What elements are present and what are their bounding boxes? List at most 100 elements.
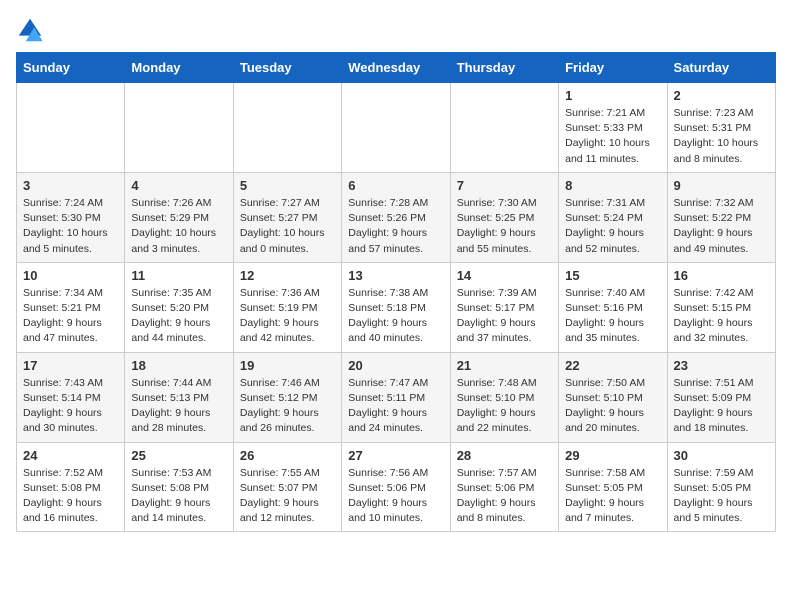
day-number: 11 — [131, 268, 226, 283]
weekday-header-row: SundayMondayTuesdayWednesdayThursdayFrid… — [17, 53, 776, 83]
cell-content: Sunrise: 7:46 AM Sunset: 5:12 PM Dayligh… — [240, 376, 335, 437]
day-number: 1 — [565, 88, 660, 103]
day-number: 10 — [23, 268, 118, 283]
calendar-week-1: 1 Sunrise: 7:21 AM Sunset: 5:33 PM Daylig… — [17, 83, 776, 173]
cell-content: Sunrise: 7:28 AM Sunset: 5:26 PM Dayligh… — [348, 196, 443, 257]
logo-icon — [16, 16, 44, 44]
calendar-cell: 26Sunrise: 7:55 AM Sunset: 5:07 PM Dayli… — [233, 442, 341, 532]
calendar-cell: 28 Sunrise: 7:57 AM Sunset: 5:06 PM Dayli… — [450, 442, 558, 532]
day-number: 20 — [348, 358, 443, 373]
calendar-cell — [17, 83, 125, 173]
calendar-cell — [125, 83, 233, 173]
cell-content: Sunrise: 7:56 AM Sunset: 5:06 PM Dayligh… — [348, 466, 443, 527]
calendar-cell: 9 Sunrise: 7:32 AM Sunset: 5:22 PM Daylig… — [667, 172, 775, 262]
calendar-week-3: 10 Sunrise: 7:34 AM Sunset: 5:21 PM Dayli… — [17, 262, 776, 352]
cell-content: Sunrise: 7:36 AM Sunset: 5:19 PM Dayligh… — [240, 286, 335, 347]
calendar-cell: 5Sunrise: 7:27 AM Sunset: 5:27 PM Daylig… — [233, 172, 341, 262]
day-number: 13 — [348, 268, 443, 283]
cell-content: Sunrise: 7:42 AM Sunset: 5:15 PM Dayligh… — [674, 286, 769, 347]
cell-content: Sunrise: 7:40 AM Sunset: 5:16 PM Dayligh… — [565, 286, 660, 347]
cell-content: Sunrise: 7:59 AM Sunset: 5:05 PM Dayligh… — [674, 466, 769, 527]
calendar-cell: 23 Sunrise: 7:51 AM Sunset: 5:09 PM Dayli… — [667, 352, 775, 442]
calendar-cell: 11 Sunrise: 7:35 AM Sunset: 5:20 PM Dayli… — [125, 262, 233, 352]
weekday-header-friday: Friday — [559, 53, 667, 83]
calendar-cell: 19 Sunrise: 7:46 AM Sunset: 5:12 PM Dayli… — [233, 352, 341, 442]
cell-content: Sunrise: 7:47 AM Sunset: 5:11 PM Dayligh… — [348, 376, 443, 437]
cell-content: Sunrise: 7:53 AM Sunset: 5:08 PM Dayligh… — [131, 466, 226, 527]
cell-content: Sunrise: 7:39 AM Sunset: 5:17 PM Dayligh… — [457, 286, 552, 347]
day-number: 25 — [131, 448, 226, 463]
calendar-week-5: 24 Sunrise: 7:52 AM Sunset: 5:08 PM Dayli… — [17, 442, 776, 532]
cell-content: Sunrise: 7:51 AM Sunset: 5:09 PM Dayligh… — [674, 376, 769, 437]
cell-content: Sunrise: 7:27 AM Sunset: 5:27 PM Dayligh… — [240, 196, 335, 257]
day-number: 16 — [674, 268, 769, 283]
calendar-cell: 20 Sunrise: 7:47 AM Sunset: 5:11 PM Dayli… — [342, 352, 450, 442]
calendar-cell: 15 Sunrise: 7:40 AM Sunset: 5:16 PM Dayli… — [559, 262, 667, 352]
cell-content: Sunrise: 7:32 AM Sunset: 5:22 PM Dayligh… — [674, 196, 769, 257]
calendar-cell: 10 Sunrise: 7:34 AM Sunset: 5:21 PM Dayli… — [17, 262, 125, 352]
cell-content: Sunrise: 7:30 AM Sunset: 5:25 PM Dayligh… — [457, 196, 552, 257]
weekday-header-sunday: Sunday — [17, 53, 125, 83]
calendar-cell: 12 Sunrise: 7:36 AM Sunset: 5:19 PM Dayli… — [233, 262, 341, 352]
calendar-cell: 8Sunrise: 7:31 AM Sunset: 5:24 PM Daylig… — [559, 172, 667, 262]
calendar-cell: 16 Sunrise: 7:42 AM Sunset: 5:15 PM Dayli… — [667, 262, 775, 352]
calendar-cell: 3 Sunrise: 7:24 AM Sunset: 5:30 PM Daylig… — [17, 172, 125, 262]
day-number: 6 — [348, 178, 443, 193]
cell-content: Sunrise: 7:34 AM Sunset: 5:21 PM Dayligh… — [23, 286, 118, 347]
weekday-header-thursday: Thursday — [450, 53, 558, 83]
calendar: SundayMondayTuesdayWednesdayThursdayFrid… — [16, 52, 776, 532]
day-number: 17 — [23, 358, 118, 373]
day-number: 22 — [565, 358, 660, 373]
cell-content: Sunrise: 7:48 AM Sunset: 5:10 PM Dayligh… — [457, 376, 552, 437]
cell-content: Sunrise: 7:38 AM Sunset: 5:18 PM Dayligh… — [348, 286, 443, 347]
day-number: 19 — [240, 358, 335, 373]
calendar-cell: 4Sunrise: 7:26 AM Sunset: 5:29 PM Daylig… — [125, 172, 233, 262]
cell-content: Sunrise: 7:21 AM Sunset: 5:33 PM Dayligh… — [565, 106, 660, 167]
calendar-cell: 22Sunrise: 7:50 AM Sunset: 5:10 PM Dayli… — [559, 352, 667, 442]
cell-content: Sunrise: 7:35 AM Sunset: 5:20 PM Dayligh… — [131, 286, 226, 347]
day-number: 23 — [674, 358, 769, 373]
cell-content: Sunrise: 7:26 AM Sunset: 5:29 PM Dayligh… — [131, 196, 226, 257]
calendar-cell: 2Sunrise: 7:23 AM Sunset: 5:31 PM Daylig… — [667, 83, 775, 173]
calendar-cell: 13 Sunrise: 7:38 AM Sunset: 5:18 PM Dayli… — [342, 262, 450, 352]
day-number: 7 — [457, 178, 552, 193]
day-number: 29 — [565, 448, 660, 463]
weekday-header-saturday: Saturday — [667, 53, 775, 83]
calendar-cell: 29 Sunrise: 7:58 AM Sunset: 5:05 PM Dayli… — [559, 442, 667, 532]
calendar-cell: 21 Sunrise: 7:48 AM Sunset: 5:10 PM Dayli… — [450, 352, 558, 442]
calendar-cell: 17 Sunrise: 7:43 AM Sunset: 5:14 PM Dayli… — [17, 352, 125, 442]
calendar-cell: 7 Sunrise: 7:30 AM Sunset: 5:25 PM Daylig… — [450, 172, 558, 262]
day-number: 3 — [23, 178, 118, 193]
calendar-cell — [233, 83, 341, 173]
calendar-week-2: 3 Sunrise: 7:24 AM Sunset: 5:30 PM Daylig… — [17, 172, 776, 262]
calendar-cell: 18Sunrise: 7:44 AM Sunset: 5:13 PM Dayli… — [125, 352, 233, 442]
header — [16, 16, 776, 44]
day-number: 24 — [23, 448, 118, 463]
cell-content: Sunrise: 7:43 AM Sunset: 5:14 PM Dayligh… — [23, 376, 118, 437]
day-number: 27 — [348, 448, 443, 463]
day-number: 14 — [457, 268, 552, 283]
cell-content: Sunrise: 7:58 AM Sunset: 5:05 PM Dayligh… — [565, 466, 660, 527]
day-number: 8 — [565, 178, 660, 193]
calendar-cell: 30 Sunrise: 7:59 AM Sunset: 5:05 PM Dayli… — [667, 442, 775, 532]
calendar-cell — [342, 83, 450, 173]
cell-content: Sunrise: 7:44 AM Sunset: 5:13 PM Dayligh… — [131, 376, 226, 437]
day-number: 12 — [240, 268, 335, 283]
day-number: 15 — [565, 268, 660, 283]
calendar-cell: 1 Sunrise: 7:21 AM Sunset: 5:33 PM Daylig… — [559, 83, 667, 173]
cell-content: Sunrise: 7:23 AM Sunset: 5:31 PM Dayligh… — [674, 106, 769, 167]
calendar-cell: 27 Sunrise: 7:56 AM Sunset: 5:06 PM Dayli… — [342, 442, 450, 532]
calendar-cell: 14 Sunrise: 7:39 AM Sunset: 5:17 PM Dayli… — [450, 262, 558, 352]
calendar-week-4: 17 Sunrise: 7:43 AM Sunset: 5:14 PM Dayli… — [17, 352, 776, 442]
day-number: 30 — [674, 448, 769, 463]
weekday-header-wednesday: Wednesday — [342, 53, 450, 83]
logo — [16, 16, 48, 44]
day-number: 9 — [674, 178, 769, 193]
day-number: 28 — [457, 448, 552, 463]
calendar-cell: 6 Sunrise: 7:28 AM Sunset: 5:26 PM Daylig… — [342, 172, 450, 262]
cell-content: Sunrise: 7:52 AM Sunset: 5:08 PM Dayligh… — [23, 466, 118, 527]
cell-content: Sunrise: 7:24 AM Sunset: 5:30 PM Dayligh… — [23, 196, 118, 257]
cell-content: Sunrise: 7:57 AM Sunset: 5:06 PM Dayligh… — [457, 466, 552, 527]
day-number: 26 — [240, 448, 335, 463]
day-number: 21 — [457, 358, 552, 373]
